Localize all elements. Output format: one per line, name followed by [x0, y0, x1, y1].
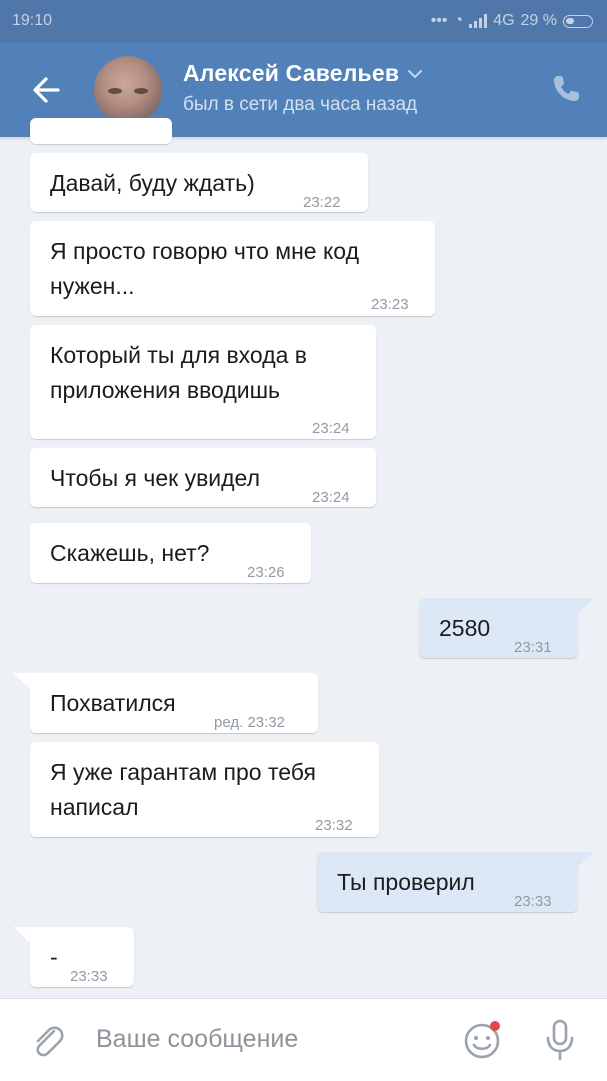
chevron-down-icon[interactable] — [407, 69, 423, 79]
message-time: 23:22 — [303, 194, 341, 211]
message-text: Давай, буду ждать) — [50, 170, 255, 196]
status-indicators: ••• ◔ 4G 29 % — [431, 12, 593, 30]
message-bubble[interactable]: - 23:33 — [30, 927, 134, 987]
message-text: - — [50, 944, 58, 970]
notification-dot — [490, 1021, 500, 1031]
signal-icon — [469, 14, 488, 28]
microphone-icon[interactable] — [543, 1019, 577, 1061]
alarm-icon: ◔ — [453, 12, 464, 29]
message-text: Я уже гарантам про тебя — [50, 759, 316, 785]
message-text: Похватился — [50, 690, 176, 716]
message-text: Я просто говорю что мне код — [50, 238, 360, 264]
message-time: 23:33 — [70, 968, 108, 985]
message-time: 23:32 — [315, 817, 353, 834]
message-bubble-outgoing[interactable]: Ты проверил 23:33 — [317, 852, 578, 912]
message-text: нужен... — [50, 273, 135, 299]
message-time: 23:24 — [312, 489, 350, 506]
avatar[interactable] — [94, 56, 162, 124]
message-time: 23:24 — [312, 420, 350, 437]
message-text: 2580 — [439, 615, 491, 641]
message-bubble[interactable]: Я просто говорю что мне код нужен... 23:… — [30, 221, 435, 316]
message-bubble[interactable]: Скажешь, нет? 23:26 — [30, 523, 311, 583]
status-bar: 19:10 ••• ◔ 4G 29 % — [0, 0, 607, 42]
message-text: Ты проверил — [337, 869, 475, 895]
message-bubble[interactable]: Я уже гарантам про тебя написал 23:32 — [30, 742, 379, 837]
message-bubble-partial — [30, 118, 172, 144]
status-time: 19:10 — [12, 12, 53, 29]
battery-percent: 29 % — [520, 12, 557, 29]
message-bubble[interactable]: Давай, буду ждать) 23:22 — [30, 153, 368, 212]
network-type: 4G — [493, 12, 515, 29]
emoji-icon[interactable] — [462, 1019, 504, 1061]
message-text: Скажешь, нет? — [50, 540, 210, 566]
phone-icon[interactable] — [549, 72, 583, 106]
message-bubble[interactable]: Чтобы я чек увидел 23:24 — [30, 448, 376, 507]
battery-icon — [563, 14, 593, 28]
contact-name-text: Алексей Савельев — [183, 60, 400, 86]
last-seen-status: был в сети два часа назад — [183, 94, 418, 115]
dots-icon: ••• — [430, 12, 448, 29]
message-bubble[interactable]: Который ты для входа в приложения вводиш… — [30, 325, 376, 439]
message-time: 23:33 — [514, 893, 552, 910]
message-time: 23:23 — [371, 296, 409, 313]
message-text: Который ты для входа в — [50, 342, 308, 368]
message-bubble-outgoing[interactable]: 2580 23:31 — [419, 598, 578, 658]
message-input[interactable]: Ваше сообщение — [96, 1025, 298, 1054]
message-text: Чтобы я чек увидел — [50, 465, 260, 491]
back-arrow-icon[interactable] — [28, 72, 68, 108]
message-time: ред. 23:32 — [214, 714, 285, 731]
message-text: приложения вводишь — [50, 377, 281, 403]
message-text: написал — [50, 794, 139, 820]
message-time: 23:31 — [514, 639, 552, 656]
message-composer: Ваше сообщение — [0, 998, 607, 1081]
attach-icon[interactable] — [28, 1021, 68, 1061]
message-bubble[interactable]: Похватился ред. 23:32 — [30, 673, 318, 733]
contact-name[interactable]: Алексей Савельев — [183, 60, 423, 87]
message-time: 23:26 — [247, 564, 285, 581]
